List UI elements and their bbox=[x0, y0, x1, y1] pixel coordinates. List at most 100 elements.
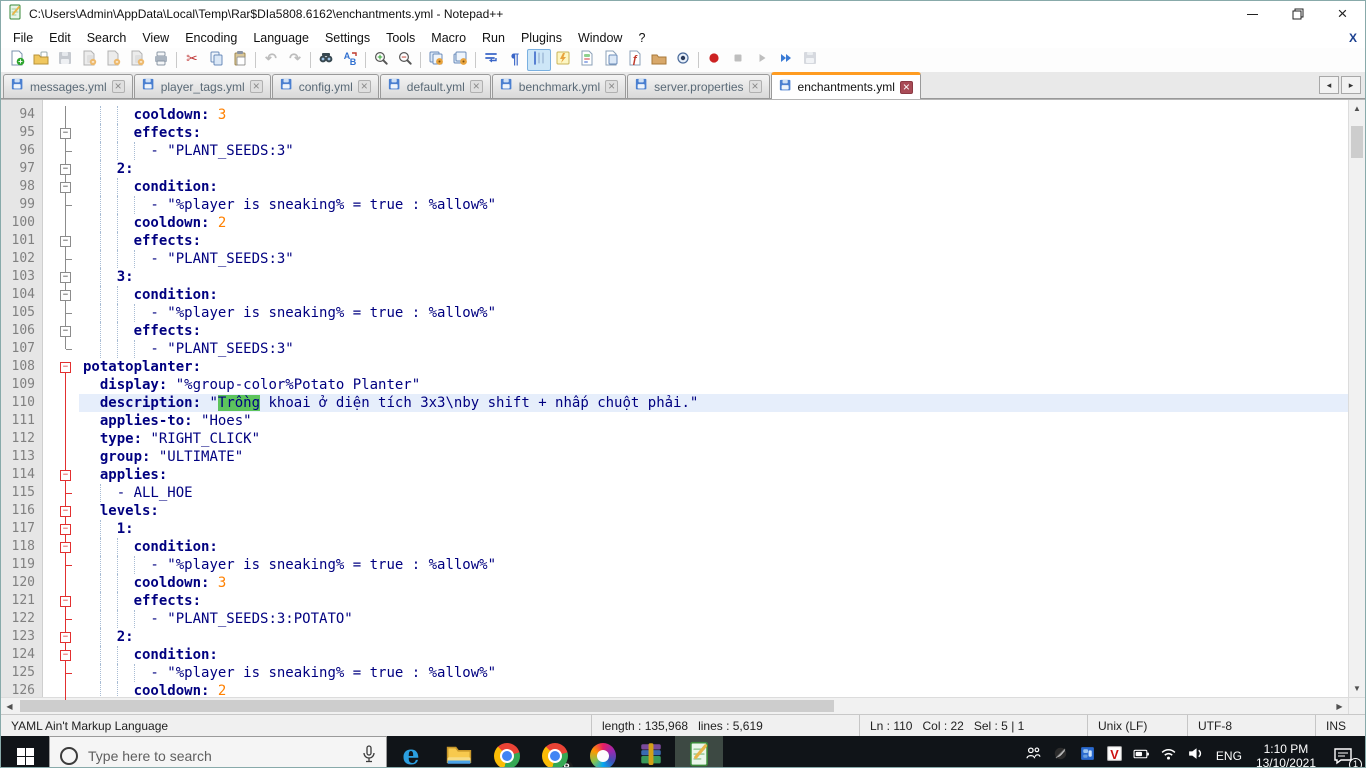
people-tray-button[interactable] bbox=[1020, 736, 1047, 767]
macro-run-multiple-button[interactable] bbox=[774, 49, 798, 71]
zoom-in-button[interactable]: + bbox=[369, 49, 393, 71]
menu-item-plugins[interactable]: Plugins bbox=[513, 29, 570, 47]
scroll-up-icon[interactable]: ▲ bbox=[1349, 100, 1365, 117]
tab-benchmark-yml[interactable]: benchmark.yml × bbox=[491, 74, 627, 98]
fold-collapse-icon[interactable]: − bbox=[60, 290, 71, 301]
open-folder-button[interactable] bbox=[29, 49, 53, 71]
folder-as-workspace-button[interactable] bbox=[647, 49, 671, 71]
tab-close-icon[interactable]: × bbox=[111, 80, 125, 93]
tab-enchantments-yml[interactable]: enchantments.yml × bbox=[770, 72, 921, 99]
horizontal-scrollbar[interactable]: ◀ ▶ bbox=[1, 697, 1365, 714]
tab-config-yml[interactable]: config.yml × bbox=[271, 74, 379, 98]
start-button[interactable] bbox=[1, 736, 49, 767]
code-line-110[interactable]: description: "Trồng khoai ở diện tích 3x… bbox=[79, 394, 1348, 412]
tab-messages-yml[interactable]: messages.yml × bbox=[3, 74, 133, 98]
taskbar-chrome-button[interactable] bbox=[483, 736, 531, 767]
code-line-94[interactable]: cooldown: 3 bbox=[79, 106, 1348, 124]
code-line-104[interactable]: condition: bbox=[79, 286, 1348, 304]
sync-horizontal-button[interactable] bbox=[448, 49, 472, 71]
tab-close-icon[interactable]: × bbox=[899, 80, 913, 94]
paste-button[interactable] bbox=[228, 49, 252, 71]
menu-item-language[interactable]: Language bbox=[245, 29, 317, 47]
menu-item-run[interactable]: Run bbox=[474, 29, 513, 47]
taskbar-notepad-plus-plus-button[interactable] bbox=[675, 736, 723, 767]
code-line-122[interactable]: - "PLANT_SEEDS:3:POTATO" bbox=[79, 610, 1348, 628]
doc-switcher-button[interactable] bbox=[599, 49, 623, 71]
menu-item-macro[interactable]: Macro bbox=[423, 29, 474, 47]
code-line-113[interactable]: group: "ULTIMATE" bbox=[79, 448, 1348, 466]
wifi-tray-button[interactable] bbox=[1155, 736, 1182, 767]
code-line-125[interactable]: - "%player is sneaking% = true : %allow%… bbox=[79, 664, 1348, 682]
code-line-102[interactable]: - "PLANT_SEEDS:3" bbox=[79, 250, 1348, 268]
tab-close-icon[interactable]: × bbox=[357, 80, 371, 93]
code-line-116[interactable]: levels: bbox=[79, 502, 1348, 520]
code-line-105[interactable]: - "%player is sneaking% = true : %allow%… bbox=[79, 304, 1348, 322]
code-line-124[interactable]: condition: bbox=[79, 646, 1348, 664]
microphone-icon[interactable] bbox=[362, 744, 376, 768]
code-line-96[interactable]: - "PLANT_SEEDS:3" bbox=[79, 142, 1348, 160]
fold-collapse-icon[interactable]: − bbox=[60, 236, 71, 247]
fold-collapse-icon[interactable]: − bbox=[60, 164, 71, 175]
tab-scroll-right-icon[interactable]: ▸ bbox=[1341, 76, 1361, 94]
fold-collapse-icon[interactable]: − bbox=[60, 470, 71, 481]
menu-item-window[interactable]: Window bbox=[570, 29, 630, 47]
status-eol-format[interactable]: Unix (LF) bbox=[1087, 715, 1187, 736]
restore-button[interactable] bbox=[1275, 1, 1320, 27]
menu-item-search[interactable]: Search bbox=[79, 29, 135, 47]
replace-button[interactable]: AB bbox=[338, 49, 362, 71]
scroll-left-icon[interactable]: ◀ bbox=[1, 698, 18, 714]
taskbar-edge-button[interactable]: e bbox=[387, 736, 435, 767]
print-button[interactable] bbox=[149, 49, 173, 71]
code-line-108[interactable]: potatoplanter: bbox=[79, 358, 1348, 376]
editor[interactable]: 94 95 96 97 98 99 100 101 102 103 104 105 106 107 108 1… bbox=[1, 99, 1365, 700]
menu-item-encoding[interactable]: Encoding bbox=[177, 29, 245, 47]
code-line-106[interactable]: effects: bbox=[79, 322, 1348, 340]
code-line-117[interactable]: 1: bbox=[79, 520, 1348, 538]
scroll-right-icon[interactable]: ▶ bbox=[1331, 698, 1348, 714]
fold-collapse-icon[interactable]: − bbox=[60, 596, 71, 607]
code-line-98[interactable]: condition: bbox=[79, 178, 1348, 196]
code-area[interactable]: cooldown: 3 effects: - "PLANT_SEEDS:3" 2… bbox=[79, 100, 1348, 697]
vertical-scroll-thumb[interactable] bbox=[1351, 126, 1363, 158]
fold-collapse-icon[interactable]: − bbox=[60, 632, 71, 643]
code-line-123[interactable]: 2: bbox=[79, 628, 1348, 646]
bookmark-margin[interactable] bbox=[43, 100, 53, 697]
volume-tray-button[interactable] bbox=[1182, 736, 1209, 767]
code-line-100[interactable]: cooldown: 2 bbox=[79, 214, 1348, 232]
sync-vertical-button[interactable] bbox=[424, 49, 448, 71]
menubar-doc-close-icon[interactable]: X bbox=[1349, 31, 1357, 45]
menu-item-tools[interactable]: Tools bbox=[378, 29, 423, 47]
show-all-characters-button[interactable]: ¶ bbox=[503, 49, 527, 71]
find-button[interactable] bbox=[314, 49, 338, 71]
monitoring-button[interactable] bbox=[671, 49, 695, 71]
vertical-scrollbar[interactable]: ▲ ▼ bbox=[1348, 100, 1365, 697]
tray-app-2-tray-button[interactable] bbox=[1074, 736, 1101, 767]
zoom-out-button[interactable]: – bbox=[393, 49, 417, 71]
tab-close-icon[interactable]: × bbox=[249, 80, 263, 93]
indent-guide-button[interactable] bbox=[527, 49, 551, 71]
menu-item-help[interactable]: ? bbox=[630, 29, 653, 47]
user-defined-language-button[interactable] bbox=[551, 49, 575, 71]
code-line-115[interactable]: - ALL_HOE bbox=[79, 484, 1348, 502]
unikey-tray-button[interactable]: V bbox=[1101, 736, 1128, 767]
word-wrap-button[interactable] bbox=[479, 49, 503, 71]
code-line-95[interactable]: effects: bbox=[79, 124, 1348, 142]
code-line-111[interactable]: applies-to: "Hoes" bbox=[79, 412, 1348, 430]
new-file-button[interactable]: + bbox=[5, 49, 29, 71]
tab-close-icon[interactable]: × bbox=[605, 80, 619, 93]
taskbar-file-explorer-button[interactable] bbox=[435, 736, 483, 767]
tab-player-tags-yml[interactable]: player_tags.yml × bbox=[133, 74, 271, 98]
fold-collapse-icon[interactable]: − bbox=[60, 362, 71, 373]
menu-item-edit[interactable]: Edit bbox=[41, 29, 79, 47]
taskbar-winrar-button[interactable] bbox=[627, 736, 675, 767]
code-line-99[interactable]: - "%player is sneaking% = true : %allow%… bbox=[79, 196, 1348, 214]
menu-item-file[interactable]: File bbox=[5, 29, 41, 47]
fold-collapse-icon[interactable]: − bbox=[60, 506, 71, 517]
horizontal-scroll-track[interactable] bbox=[18, 698, 1331, 714]
macro-record-button[interactable] bbox=[702, 49, 726, 71]
status-encoding[interactable]: UTF-8 bbox=[1187, 715, 1315, 736]
code-line-112[interactable]: type: "RIGHT_CLICK" bbox=[79, 430, 1348, 448]
fold-collapse-icon[interactable]: − bbox=[60, 182, 71, 193]
clock[interactable]: 1:10 PM 13/10/2021 bbox=[1249, 736, 1323, 767]
search-input[interactable]: Type here to search bbox=[49, 736, 387, 768]
